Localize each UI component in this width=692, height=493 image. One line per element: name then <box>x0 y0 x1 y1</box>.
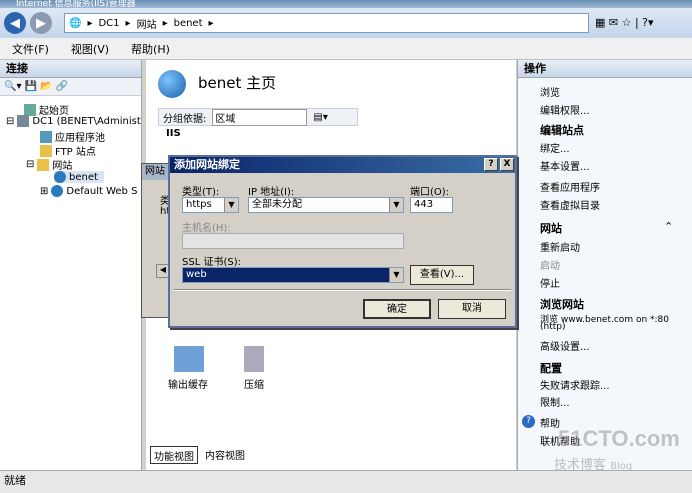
chevron-down-icon: ▼ <box>389 198 403 212</box>
breadcrumb-benet[interactable]: benet <box>174 18 203 29</box>
globe-icon <box>54 171 66 183</box>
actions-header: 操作 <box>518 60 692 78</box>
collapse-icon[interactable]: ⌃ <box>664 220 673 233</box>
ip-label: IP 地址(I): <box>248 187 295 198</box>
forward-button[interactable]: ▶ <box>30 12 52 34</box>
type-label: 类型(T): <box>182 187 220 198</box>
tree-item-apppools[interactable]: 应用程序池 <box>40 129 105 144</box>
add-binding-dialog: 添加网站绑定 ? X 类型(T): https ▼ IP 地址(I): 全部未分配… <box>168 155 517 328</box>
status-bar: 就绪 <box>0 470 692 493</box>
action-advanced-settings[interactable]: 高级设置... <box>540 338 590 353</box>
ssl-cert-label: SSL 证书(S): <box>182 257 241 268</box>
menu-help[interactable]: 帮助(H) <box>131 41 170 57</box>
hostname-input[interactable] <box>182 233 404 249</box>
action-start[interactable]: 启动 <box>540 257 560 272</box>
actions-pane: 操作 浏览 编辑权限... 编辑站点 绑定... 基本设置... 查看应用程序 … <box>517 60 692 473</box>
section-edit-site: 编辑站点 <box>540 124 584 137</box>
view-cert-button[interactable]: 查看(V)... <box>410 265 474 285</box>
cancel-button[interactable]: 取消 <box>438 299 506 319</box>
site-bindings-dialog: 网站 类 ht ◀ <box>141 163 171 318</box>
connections-toolbar[interactable]: 🔍▾ 💾 📂 🔗 <box>0 78 141 96</box>
section-iis: IIS <box>166 128 181 139</box>
back-button[interactable]: ◀ <box>4 12 26 34</box>
section-browse-site: 浏览网站 <box>540 298 584 311</box>
output-cache-icon[interactable] <box>174 346 204 372</box>
address-bar-area: ◀ ▶ 🌐 ▸ DC1 ▸ 网站 ▸ benet ▸ ▦ ✉ ☆ | ?▾ <box>0 8 692 38</box>
chevron-down-icon: ▼ <box>389 268 403 282</box>
tab-features-view[interactable]: 功能视图 <box>150 446 198 464</box>
group-by-label: 分组依据: <box>163 113 207 125</box>
bindings-dialog-title: 网站 <box>142 164 170 180</box>
tab-content-view[interactable]: 内容视图 <box>202 446 248 464</box>
type-select[interactable]: https ▼ <box>182 197 239 213</box>
action-stop[interactable]: 停止 <box>540 275 560 290</box>
action-browse[interactable]: 浏览 <box>540 84 560 99</box>
connections-pane: 连接 🔍▾ 💾 📂 🔗 起始页 ⊟ DC1 (BENET\Administ 应用程… <box>0 60 142 470</box>
action-edit-permissions[interactable]: 编辑权限... <box>540 102 590 117</box>
ssl-cert-select[interactable]: web ▼ <box>182 267 404 283</box>
chevron-right-icon: ▸ <box>208 17 214 29</box>
compression-icon[interactable] <box>244 346 264 372</box>
breadcrumb-dc1[interactable]: DC1 <box>98 18 119 29</box>
group-by-select[interactable]: 区域 <box>212 108 308 126</box>
tree-item-sites[interactable]: ⊟ 网站 <box>26 157 72 172</box>
tree-item-benet[interactable]: benet <box>54 171 104 183</box>
globe-icon: 🌐 <box>69 17 82 29</box>
globe-icon <box>51 185 64 197</box>
chevron-down-icon: ▼ <box>224 198 238 212</box>
action-browse-url-protocol[interactable]: (http) <box>540 322 566 332</box>
tree-item-server[interactable]: ⊟ DC1 (BENET\Administ <box>6 115 141 127</box>
menu-view[interactable]: 视图(V) <box>71 41 109 57</box>
chevron-right-icon: ▸ <box>125 17 131 29</box>
dialog-divider <box>174 289 511 291</box>
section-website: 网站 <box>540 222 562 235</box>
hostname-label: 主机名(H): <box>182 223 231 234</box>
watermark-logo: 51CTO.com <box>558 426 680 451</box>
folder-icon <box>40 144 52 157</box>
connections-header: 连接 <box>0 60 141 78</box>
view-toggle-icon[interactable]: ▤▾ <box>313 112 327 123</box>
port-label: 端口(O): <box>410 187 450 198</box>
action-bindings[interactable]: 绑定... <box>540 140 570 155</box>
dialog-help-button[interactable]: ? <box>484 158 498 171</box>
tree-item-default-site[interactable]: ⊞ Default Web S <box>40 185 137 197</box>
dialog-close-button[interactable]: X <box>500 158 514 171</box>
action-basic-settings[interactable]: 基本设置... <box>540 158 590 173</box>
tree-item-ftp[interactable]: FTP 站点 <box>40 143 96 158</box>
ip-select[interactable]: 全部未分配 ▼ <box>248 197 404 213</box>
menu-file[interactable]: 文件(F) <box>12 41 49 57</box>
folder-icon <box>37 158 50 171</box>
action-limits[interactable]: 限制... <box>540 394 570 409</box>
output-cache-label[interactable]: 输出缓存 <box>168 376 208 391</box>
toolbar-icons[interactable]: ▦ ✉ ☆ | ?▾ <box>595 16 654 29</box>
action-view-virtual-dirs[interactable]: 查看虚拟目录 <box>540 197 600 212</box>
apppool-icon <box>40 130 52 143</box>
chevron-right-icon: ▸ <box>162 17 168 29</box>
server-icon <box>17 115 30 127</box>
action-help[interactable]: 帮助 <box>540 415 560 430</box>
window-title: Internet 信息服务(IIS)管理器 <box>0 0 692 8</box>
port-input[interactable]: 443 <box>410 197 453 213</box>
home-icon <box>24 103 36 116</box>
compression-label[interactable]: 压缩 <box>244 376 264 391</box>
breadcrumb-sites[interactable]: 网站 <box>137 16 157 31</box>
action-view-applications[interactable]: 查看应用程序 <box>540 179 600 194</box>
view-tabs: 功能视图 内容视图 <box>150 446 300 464</box>
group-by-bar: 分组依据: 区域 ▤▾ <box>158 108 358 126</box>
action-failed-request-tracing[interactable]: 失败请求跟踪... <box>540 377 610 392</box>
help-icon: ? <box>522 415 535 428</box>
section-configure: 配置 <box>540 362 562 375</box>
status-text: 就绪 <box>4 474 26 487</box>
page-title: benet 主页 <box>198 74 277 92</box>
dialog-title: 添加网站绑定 <box>170 157 515 173</box>
action-restart[interactable]: 重新启动 <box>540 239 580 254</box>
address-input[interactable]: 🌐 ▸ DC1 ▸ 网站 ▸ benet ▸ <box>64 13 589 33</box>
ok-button[interactable]: 确定 <box>363 299 431 319</box>
menu-bar: 文件(F) 视图(V) 帮助(H) <box>0 38 692 60</box>
chevron-right-icon: ▸ <box>87 17 93 29</box>
globe-icon <box>158 70 186 98</box>
